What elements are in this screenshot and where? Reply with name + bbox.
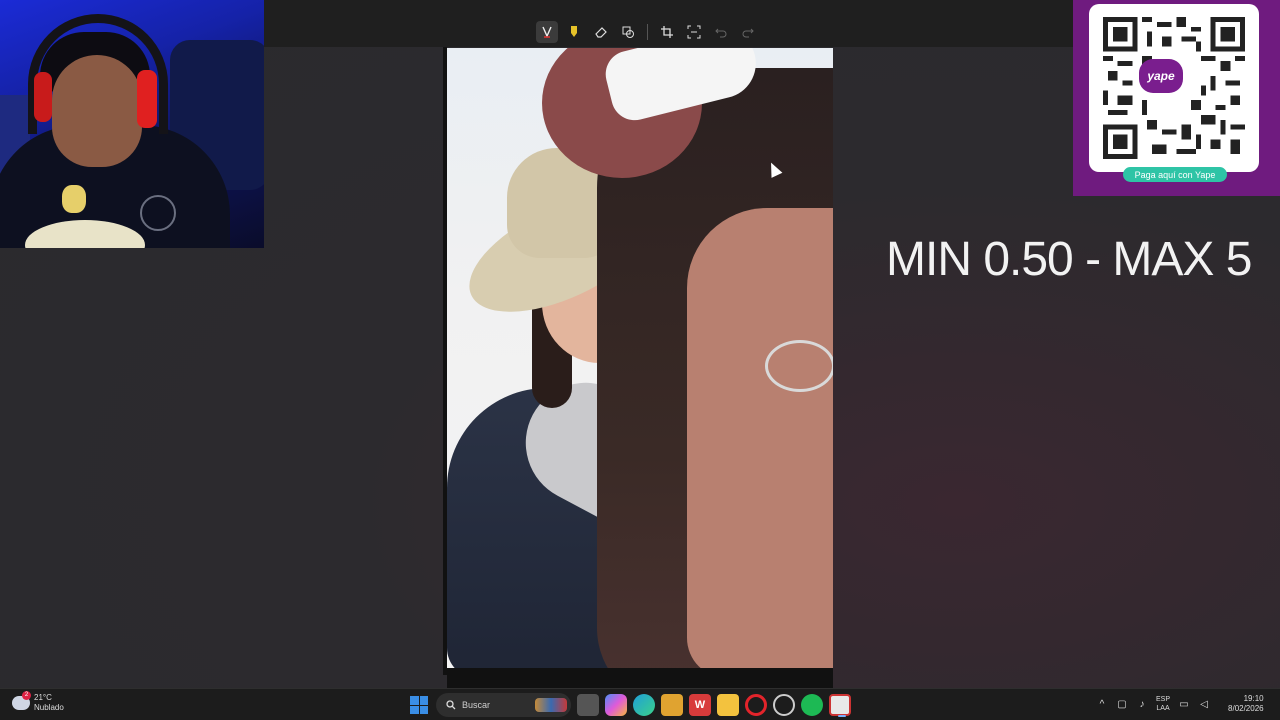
image-bottom-bar — [447, 668, 833, 688]
shapes-icon — [622, 26, 634, 38]
weather-text: 21°C Nublado — [34, 693, 64, 713]
store-icon[interactable] — [661, 694, 683, 716]
eraser-icon — [595, 27, 607, 38]
undo-button[interactable] — [710, 21, 732, 43]
taskbar-apps: Buscar W — [408, 693, 851, 717]
shirt-logo — [140, 195, 176, 231]
photo-foreground-face — [687, 208, 833, 670]
weather-condition: Nublado — [34, 703, 64, 712]
opera-icon[interactable] — [745, 694, 767, 716]
windows-logo-q1 — [410, 696, 419, 705]
start-button[interactable] — [408, 694, 430, 716]
windows-logo-q2 — [419, 696, 428, 705]
spotify-icon[interactable] — [801, 694, 823, 716]
weather-badge: 2 — [22, 691, 31, 700]
webcam-feed — [0, 0, 264, 248]
qr-pay-label: Paga aquí con Yape — [1123, 167, 1227, 182]
windows-taskbar: 2 21°C Nublado Buscar W ^ ▢ ♪ ESP LAA ▭ … — [0, 688, 1280, 720]
browser-icon[interactable] — [773, 694, 795, 716]
yape-logo: yape — [1139, 59, 1183, 93]
language-indicator[interactable]: ESP LAA — [1156, 695, 1170, 713]
redo-button[interactable] — [737, 21, 759, 43]
undo-icon — [715, 28, 727, 38]
pen-tool-button[interactable] — [536, 21, 558, 43]
search-placeholder: Buscar — [462, 700, 491, 710]
redo-icon — [742, 28, 754, 38]
network-drive-icon[interactable]: ▢ — [1116, 698, 1128, 710]
qr-card: yape — [1089, 4, 1259, 172]
chevron-up-icon[interactable]: ^ — [1096, 698, 1108, 710]
keyboard-layout: LAA — [1156, 705, 1170, 712]
toolbar-divider — [647, 24, 648, 40]
edge-icon[interactable] — [633, 694, 655, 716]
weather-temperature: 21°C — [34, 693, 52, 702]
windows-logo-q3 — [410, 705, 419, 714]
pen-icon — [542, 26, 552, 38]
clock[interactable]: 19:10 8/02/2026 — [1228, 694, 1264, 714]
headset-earcup-left — [34, 72, 52, 122]
text-extract-button[interactable] — [683, 21, 705, 43]
headset-earcup-right — [137, 70, 157, 128]
highlighter-tool-button[interactable] — [563, 21, 585, 43]
cloud-icon: 2 — [12, 691, 31, 710]
photo-canvas[interactable] — [447, 48, 833, 670]
language-code: ESP — [1156, 696, 1171, 703]
copilot-icon[interactable] — [605, 694, 627, 716]
crop-tool-button[interactable] — [656, 21, 678, 43]
shapes-tool-button[interactable] — [617, 21, 639, 43]
weather-widget[interactable]: 2 21°C Nublado — [12, 691, 64, 713]
windows-logo-q4 — [419, 705, 428, 714]
task-view-icon[interactable] — [577, 694, 599, 716]
system-tray: ^ ▢ ♪ ESP LAA ▭ ◁ 19:10 8/02/2026 — [1096, 694, 1264, 714]
display-icon[interactable]: ▭ — [1178, 698, 1190, 710]
eraser-tool-button[interactable] — [590, 21, 612, 43]
qr-donation-panel: yape Paga aquí con Yape — [1073, 0, 1280, 196]
highlighter-icon — [571, 26, 577, 37]
donation-range-text: MIN 0.50 - MAX 5 — [886, 233, 1252, 286]
taskbar-search[interactable]: Buscar — [436, 693, 571, 717]
markup-toolbar — [536, 21, 764, 43]
snipping-tool-icon[interactable] — [829, 694, 851, 717]
clock-time: 19:10 — [1243, 694, 1264, 703]
office-icon[interactable]: W — [689, 694, 711, 716]
clock-date: 8/02/2026 — [1228, 704, 1264, 713]
folder-icon[interactable] — [717, 694, 739, 716]
photo-earring — [765, 340, 833, 392]
crop-icon — [661, 26, 673, 38]
food-on-fork — [62, 185, 86, 213]
search-icon — [446, 700, 456, 710]
volume-icon[interactable]: ◁ — [1198, 698, 1210, 710]
search-highlight-art — [535, 698, 567, 712]
microphone-icon[interactable]: ♪ — [1136, 698, 1148, 710]
text-extract-icon — [687, 25, 701, 39]
